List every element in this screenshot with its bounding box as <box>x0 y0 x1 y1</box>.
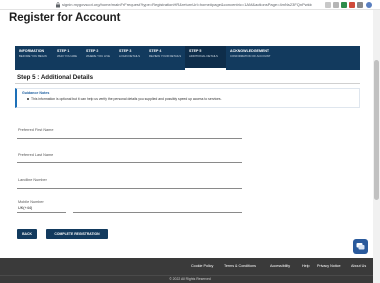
star-icon[interactable] <box>333 2 339 8</box>
complete-registration-button[interactable]: COMPLETE REGISTRATION <box>46 229 108 239</box>
step-5-active[interactable]: STEP 5 ADDITIONAL DETAILS <box>185 46 226 70</box>
browser-address-bar[interactable]: signin.mygovscot.org/home/mainFrFrequest… <box>0 0 380 10</box>
step-subtitle: WHERE YOU LIVE <box>86 54 111 58</box>
guidance-title: Guidance Notes <box>22 91 50 95</box>
profile-avatar-icon[interactable] <box>366 2 372 8</box>
bullet-icon <box>27 98 29 100</box>
preferred-first-name-label: Preferred First Name <box>18 128 54 132</box>
country-code-select[interactable]: UK(+44) <box>18 206 32 210</box>
chat-icon <box>356 243 365 250</box>
guidance-notes-panel: Guidance Notes This information is optio… <box>15 88 360 108</box>
step-acknowledgement[interactable]: ACKNOWLEDGEMENT CONFIRMATION OF ACCOUNT <box>226 46 360 70</box>
footer: Cookie Policy Terms & Conditions Accessi… <box>0 258 380 275</box>
step-subtitle: WHO YOU ARE <box>57 54 77 58</box>
step-subtitle: LOGIN DETAILS <box>119 54 140 58</box>
extension-icon[interactable] <box>349 2 355 8</box>
guidance-text: This information is optional but it can … <box>31 97 222 101</box>
landline-number-input[interactable] <box>17 188 242 189</box>
step-subtitle: REVIEW YOUR DETAILS <box>149 54 182 58</box>
footer-link-accessibility[interactable]: Accessibility <box>270 264 290 268</box>
puzzle-icon[interactable] <box>357 2 363 8</box>
page-title: Register for Account <box>9 12 121 24</box>
mobile-number-input[interactable] <box>73 212 242 213</box>
preferred-last-name-input[interactable] <box>17 162 242 163</box>
footer-link-help[interactable]: Help <box>302 264 310 268</box>
preferred-first-name-input[interactable] <box>17 138 242 139</box>
registration-progress-steps: INFORMATION BEFORE YOU BEGIN STEP 1 WHO … <box>15 46 360 70</box>
share-icon[interactable] <box>325 2 331 8</box>
back-button[interactable]: BACK <box>17 229 37 239</box>
copyright-text: © 2022 All Rights Reserved <box>169 277 211 281</box>
mobile-number-label: Mobile Number <box>18 200 44 204</box>
step-subtitle: BEFORE YOU BEGIN <box>19 54 47 58</box>
step-4[interactable]: STEP 4 REVIEW YOUR DETAILS <box>145 46 185 70</box>
preferred-last-name-label: Preferred Last Name <box>18 153 54 157</box>
landline-number-label: Landline Number <box>18 178 47 182</box>
browser-url[interactable]: signin.mygovscot.org/home/mainFrFrequest… <box>62 1 312 8</box>
chat-button[interactable] <box>353 239 368 254</box>
lock-icon <box>56 2 60 8</box>
footer-link-privacy-notice[interactable]: Privacy Notice <box>317 264 341 268</box>
divider <box>15 83 360 84</box>
extension-icon[interactable] <box>341 2 347 8</box>
section-heading: Step 5 : Additional Details <box>17 74 94 81</box>
country-code-underline <box>17 212 66 213</box>
step-1[interactable]: STEP 1 WHO YOU ARE <box>53 46 82 70</box>
step-subtitle: CONFIRMATION OF ACCOUNT <box>230 54 271 58</box>
footer-link-cookie-policy[interactable]: Cookie Policy <box>191 264 213 268</box>
step-subtitle: ADDITIONAL DETAILS <box>189 54 218 58</box>
page-scrollbar[interactable] <box>373 10 380 283</box>
step-information[interactable]: INFORMATION BEFORE YOU BEGIN <box>15 46 53 70</box>
copyright-bar: © 2022 All Rights Reserved <box>0 275 380 283</box>
scrollbar-thumb[interactable] <box>374 60 379 200</box>
step-2[interactable]: STEP 2 WHERE YOU LIVE <box>82 46 115 70</box>
step-3[interactable]: STEP 3 LOGIN DETAILS <box>115 46 145 70</box>
footer-link-about-us[interactable]: About Us <box>351 264 366 268</box>
footer-link-terms[interactable]: Terms & Conditions <box>224 264 256 268</box>
